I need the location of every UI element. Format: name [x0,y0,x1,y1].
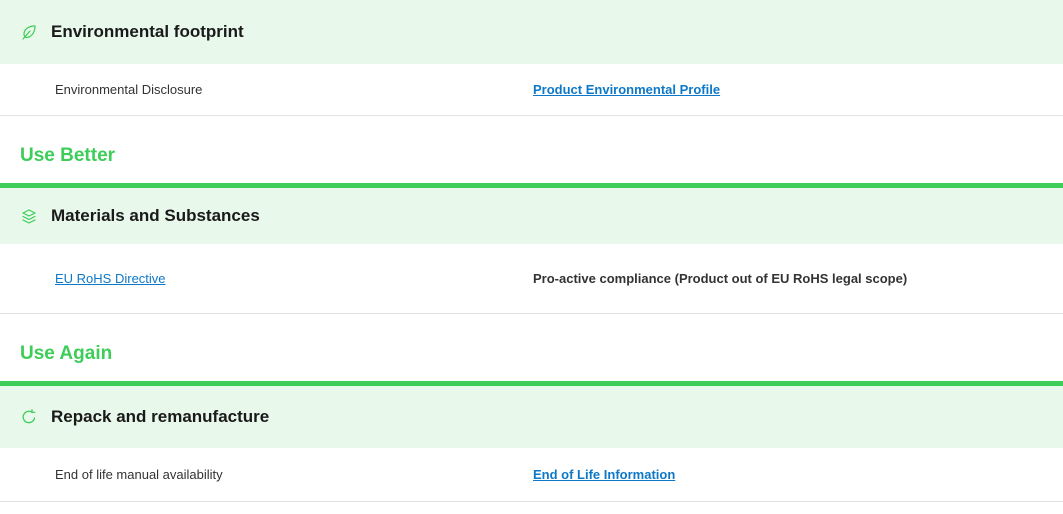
end-of-life-information-link[interactable]: End of Life Information [533,467,675,482]
leaf-icon [21,24,37,40]
attribute-row-eu-rohs: EU RoHS Directive Pro-active compliance … [0,244,1063,314]
product-environmental-profile-link[interactable]: Product Environmental Profile [533,82,720,97]
category-header-materials-and-substances: Materials and Substances [0,188,1063,244]
recycle-icon [21,409,37,425]
attribute-name: Environmental Disclosure [55,82,203,97]
section-use-again: Use Again Repack and remanufacture End o… [0,314,1063,502]
attribute-value: Product Environmental Profile [533,82,933,97]
eu-rohs-directive-link[interactable]: EU RoHS Directive [55,271,166,286]
attribute-name: EU RoHS Directive [0,271,533,286]
layers-icon [21,208,37,224]
section-title-use-again: Use Again [0,314,1063,386]
category-label: Materials and Substances [51,206,260,225]
attribute-row-environmental-disclosure: Environmental Disclosure Product Environ… [0,64,1063,116]
sustainability-panel: Environmental footprint Environmental Di… [0,0,1063,514]
category-header-environmental-footprint: Environmental footprint [0,0,1063,64]
attribute-value: Pro-active compliance (Product out of EU… [533,271,908,286]
section-title-use-better: Use Better [0,116,1063,188]
attribute-name: End of life manual availability [55,467,223,482]
category-label: Repack and remanufacture [51,407,270,426]
attribute-row-end-of-life-manual: End of life manual availability End of L… [0,448,1063,502]
category-label: Environmental footprint [51,22,244,41]
section-environmental: Environmental footprint Environmental Di… [0,0,1063,116]
attribute-value: End of Life Information [533,467,933,482]
category-header-repack-and-remanufacture: Repack and remanufacture [0,386,1063,448]
section-use-better: Use Better Materials and Substances EU R… [0,116,1063,314]
